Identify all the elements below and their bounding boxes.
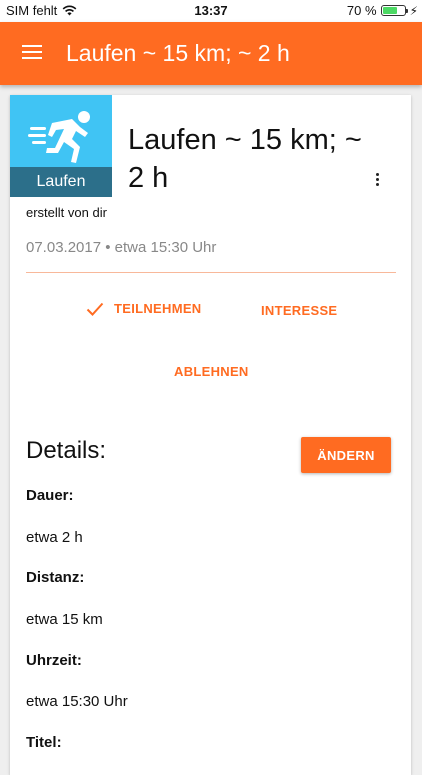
battery-fill: [382, 7, 398, 14]
duration-label: Dauer:: [26, 487, 74, 504]
participate-button[interactable]: TEILNEHMEN: [86, 301, 202, 316]
duration-value: etwa 2 h: [26, 529, 83, 546]
event-date-time: 07.03.2017 • etwa 15:30 Uhr: [26, 239, 217, 256]
time-value: etwa 15:30 Uhr: [26, 693, 128, 710]
event-title: Laufen ~ 15 km; ~ 2 h: [128, 124, 362, 194]
hamburger-menu-icon[interactable]: [22, 42, 44, 64]
creator-text: erstellt von dir: [26, 205, 107, 220]
more-vert-icon[interactable]: [370, 169, 384, 189]
edit-button[interactable]: ÄNDERN: [301, 437, 391, 473]
running-person-icon: [28, 111, 90, 163]
activity-label: Laufen: [10, 167, 112, 197]
activity-tile: Laufen: [10, 95, 112, 197]
bolt-icon: ⚡: [409, 3, 418, 18]
event-card: Laufen Laufen ~ 15 km; ~ 2 h erstellt vo…: [10, 95, 411, 775]
divider: [26, 272, 396, 273]
distance-label: Distanz:: [26, 569, 85, 586]
status-bar: SIM fehlt 13:37 70 % ⚡: [0, 0, 422, 22]
time-label: Uhrzeit:: [26, 652, 82, 669]
interest-button[interactable]: INTERESSE: [261, 303, 337, 318]
interest-label: INTERESSE: [261, 303, 338, 318]
battery-icon: [380, 5, 408, 16]
app-bar-title: Laufen ~ 15 km; ~ 2 h: [66, 40, 290, 66]
battery-percent: 70 %: [346, 3, 377, 18]
checkmark-icon: [86, 302, 104, 316]
app-bar: Laufen ~ 15 km; ~ 2 h: [0, 22, 422, 85]
distance-value: etwa 15 km: [26, 611, 103, 628]
title-label: Titel:: [26, 734, 62, 751]
participate-label: TEILNEHMEN: [114, 301, 202, 316]
decline-label: ABLEHNEN: [174, 364, 249, 379]
battery-status: 70 % ⚡: [347, 3, 418, 18]
details-heading: Details:: [26, 437, 107, 464]
decline-button[interactable]: ABLEHNEN: [174, 364, 249, 379]
